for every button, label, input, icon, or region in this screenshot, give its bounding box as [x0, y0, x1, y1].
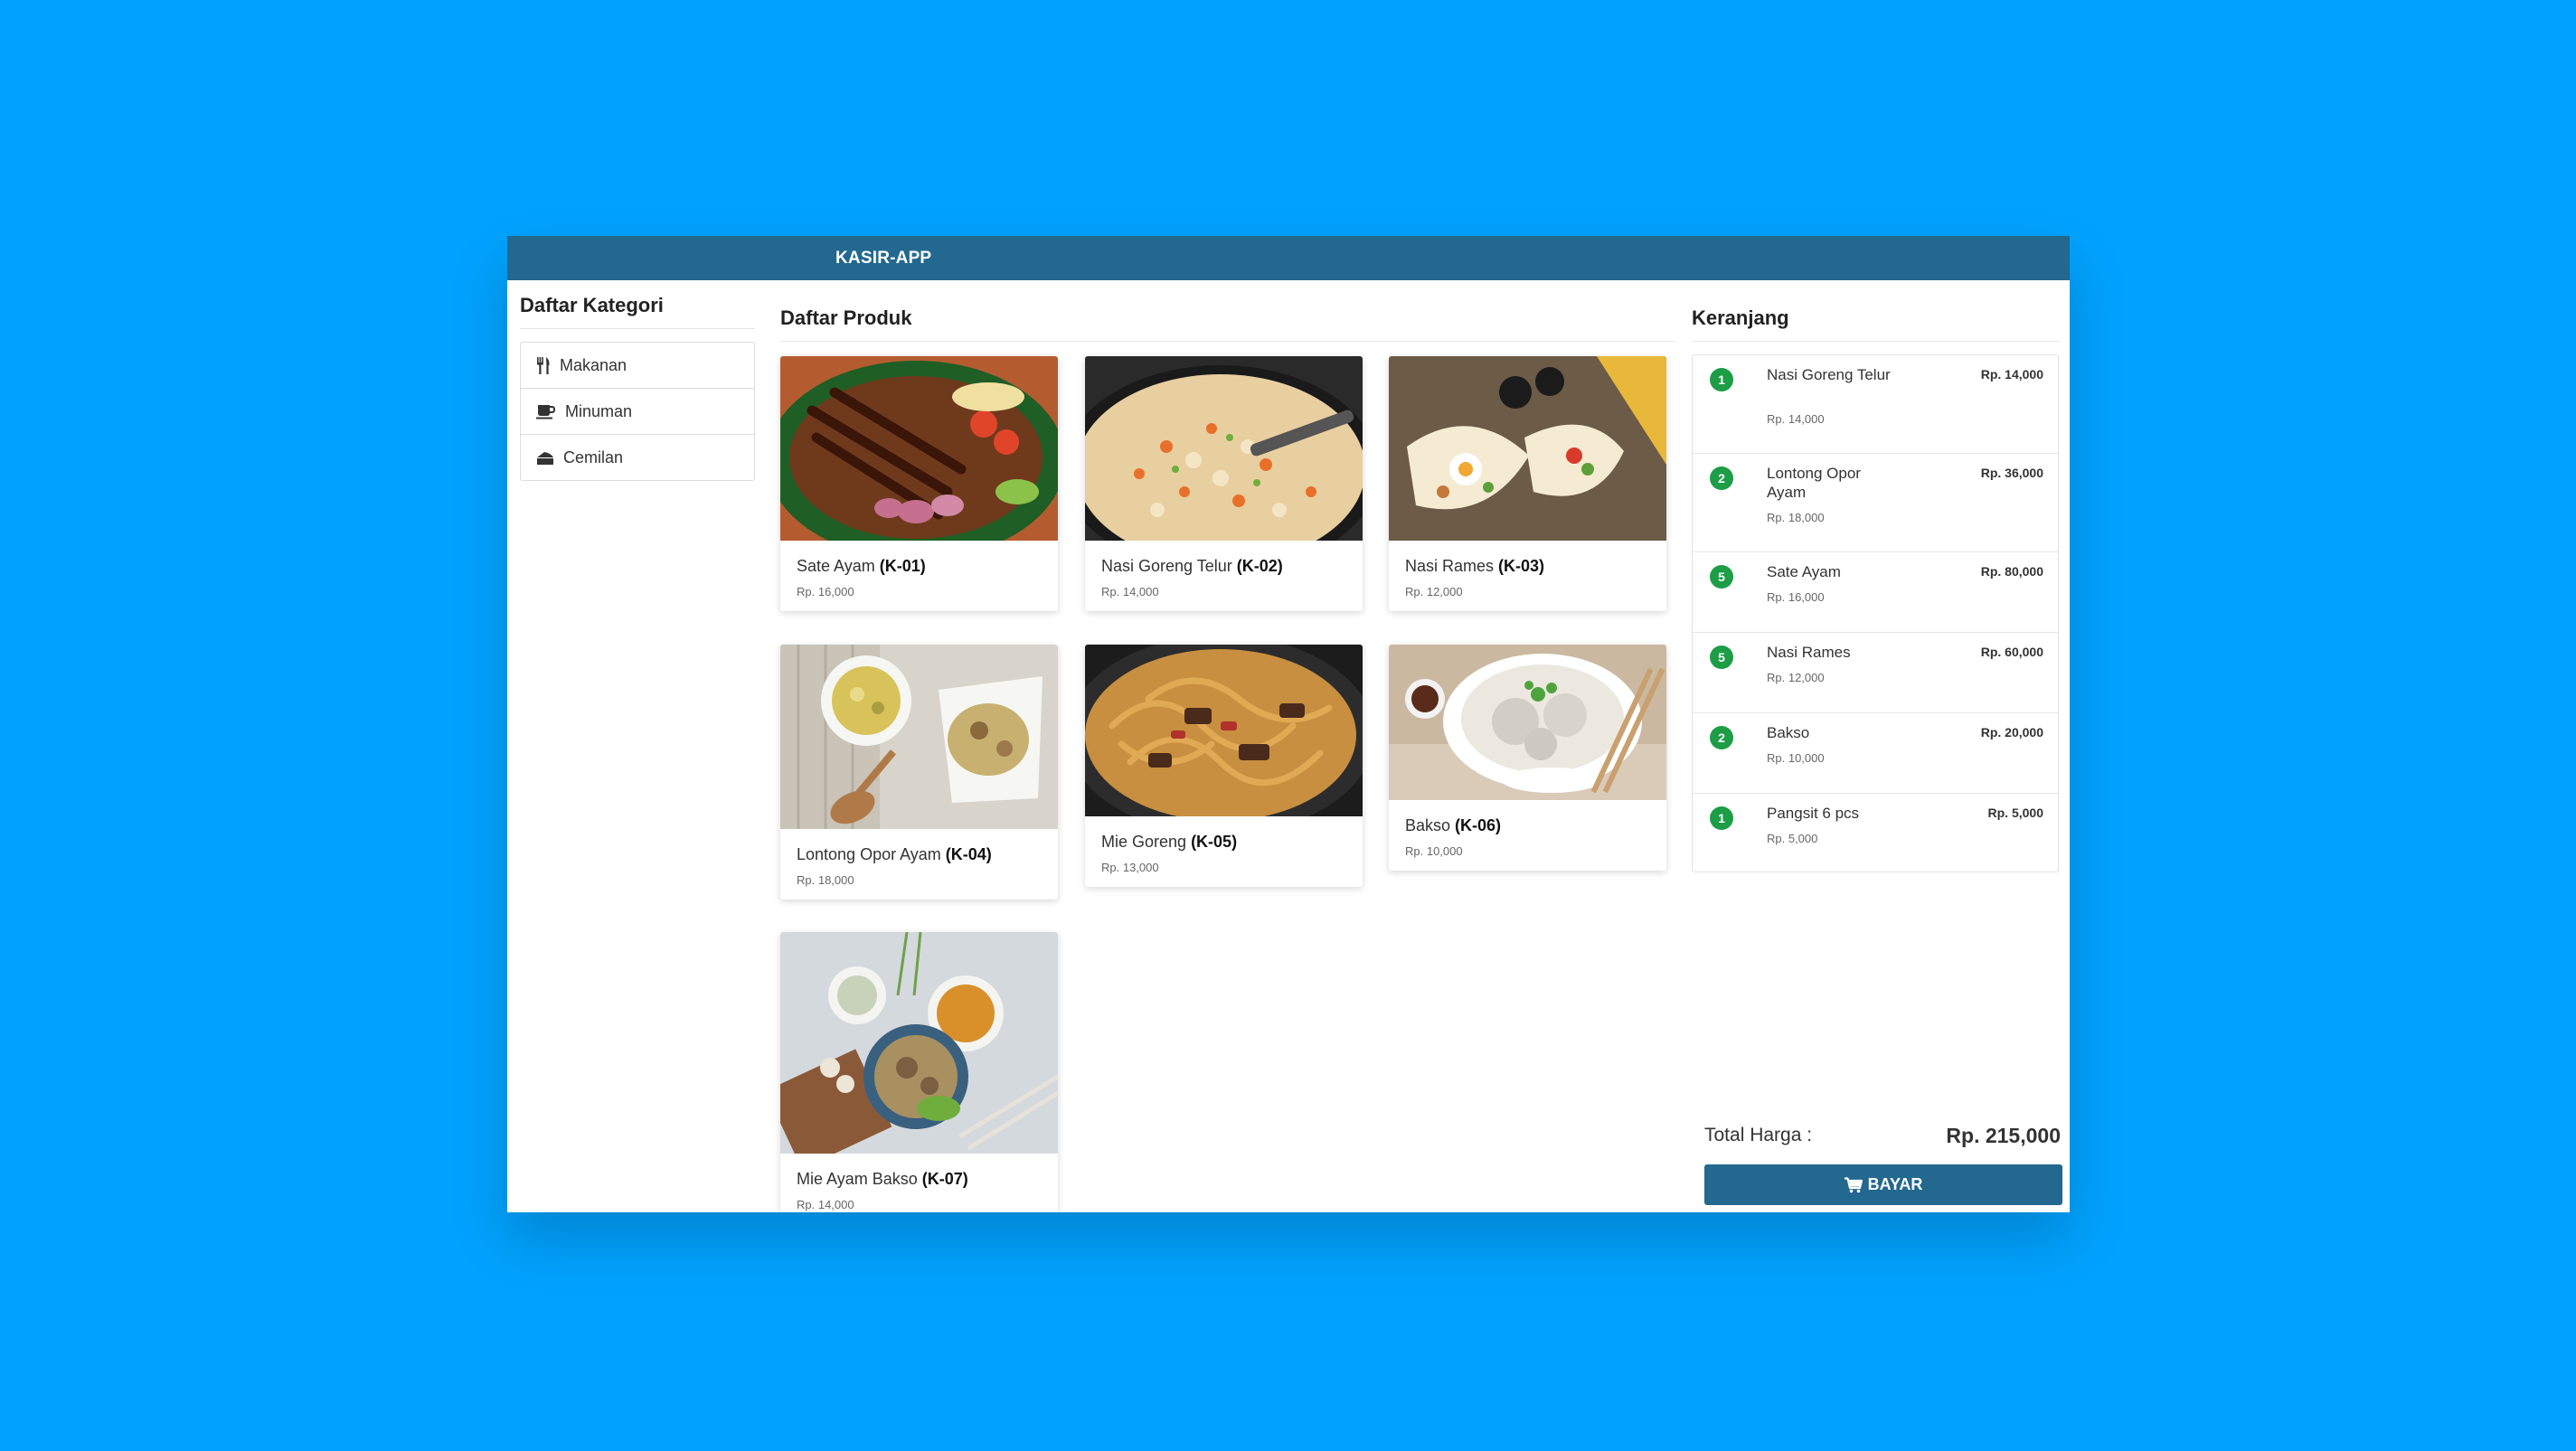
cart-icon [1844, 1176, 1863, 1192]
cart-item-unit-price: Rp. 10,000 [1767, 751, 1825, 765]
product-section: Daftar Produk Sate Ayam (K-01) Rp. 16,00… [780, 280, 1684, 1212]
product-card[interactable]: Mie Ayam Bakso (K-07) Rp. 14,000 [780, 932, 1058, 1212]
cart-item[interactable]: 5 Sate Ayam Rp. 16,000 Rp. 80,000 [1693, 552, 2058, 633]
product-name: Lontong Opor Ayam (K-04) [797, 845, 992, 863]
category-list: Makanan Minuman Cemilan [520, 342, 755, 481]
cart-title: Keranjang [1692, 306, 1789, 329]
cheese-icon [537, 451, 553, 465]
product-price: Rp. 18,000 [797, 873, 854, 887]
cart-item-total: Rp. 14,000 [1980, 367, 2043, 382]
pay-button-label: BAYAR [1867, 1175, 1923, 1193]
product-price: Rp. 12,000 [1405, 585, 1463, 598]
total-label: Total Harga : [1704, 1125, 1813, 1145]
product-image [1389, 356, 1666, 541]
product-price: Rp. 10,000 [1405, 844, 1463, 858]
product-card[interactable]: Nasi Goreng Telur (K-02) Rp. 14,000 [1085, 356, 1363, 611]
cart-item-name: Lontong Opor Ayam [1767, 465, 1861, 501]
product-image [780, 645, 1058, 829]
cart-item-total: Rp. 60,000 [1980, 645, 2043, 659]
product-image [780, 356, 1058, 541]
qty-badge: 5 [1710, 645, 1733, 669]
coffee-icon [536, 404, 556, 419]
cart-section: Keranjang 1 Nasi Goreng Telur Rp. 14,000… [1692, 280, 2062, 1212]
qty-badge: 2 [1710, 466, 1733, 490]
category-item-minuman[interactable]: Minuman [521, 389, 754, 435]
divider [780, 341, 1675, 342]
product-price: Rp. 13,000 [1101, 861, 1159, 874]
cart-item-name: Nasi Rames [1767, 644, 1851, 661]
product-card[interactable]: Mie Goreng (K-05) Rp. 13,000 [1085, 645, 1363, 887]
product-card[interactable]: Bakso (K-06) Rp. 10,000 [1389, 645, 1666, 871]
product-card[interactable]: Lontong Opor Ayam (K-04) Rp. 18,000 [780, 645, 1058, 900]
category-item-makanan[interactable]: Makanan [521, 343, 754, 389]
category-item-cemilan[interactable]: Cemilan [521, 435, 754, 480]
product-image [1085, 645, 1363, 816]
product-image [1389, 645, 1666, 800]
app-window: KASIR-APP Daftar Kategori Makanan Minuma… [507, 236, 2070, 1212]
product-title: Daftar Produk [780, 306, 912, 329]
cart-item-total: Rp. 80,000 [1980, 564, 2043, 579]
product-name: Nasi Goreng Telur (K-02) [1101, 557, 1283, 575]
divider [1692, 341, 2061, 342]
cart-item[interactable]: 2 Lontong Opor Ayam Rp. 18,000 Rp. 36,00… [1693, 454, 2058, 552]
qty-badge: 1 [1710, 368, 1733, 391]
product-price: Rp. 14,000 [797, 1198, 854, 1211]
category-label: Cemilan [563, 448, 624, 466]
qty-badge: 1 [1710, 806, 1733, 830]
qty-badge: 2 [1710, 726, 1733, 749]
cart-item-unit-price: Rp. 14,000 [1767, 412, 1825, 426]
category-label: Minuman [565, 401, 633, 420]
divider [520, 328, 755, 329]
cart-list: 1 Nasi Goreng Telur Rp. 14,000 Rp. 14,00… [1692, 354, 2059, 872]
cart-item-total: Rp. 20,000 [1980, 725, 2043, 740]
product-name: Mie Goreng (K-05) [1101, 833, 1238, 851]
cart-item-unit-price: Rp. 12,000 [1767, 671, 1825, 684]
cart-item-unit-price: Rp. 18,000 [1767, 511, 1825, 524]
cart-item[interactable]: 2 Bakso Rp. 10,000 Rp. 20,000 [1693, 713, 2058, 794]
cart-item-unit-price: Rp. 5,000 [1767, 832, 1818, 845]
product-image [780, 932, 1058, 1154]
product-name: Mie Ayam Bakso (K-07) [797, 1170, 968, 1188]
product-name: Nasi Rames (K-03) [1405, 557, 1545, 575]
qty-badge: 5 [1710, 565, 1733, 589]
total-value: Rp. 215,000 [1946, 1124, 2061, 1147]
product-price: Rp. 14,000 [1101, 585, 1159, 598]
utensils-icon [537, 356, 550, 374]
cart-item-name: Nasi Goreng Telur [1767, 366, 1891, 383]
cart-item-name: Bakso [1767, 724, 1810, 741]
product-name: Bakso (K-06) [1405, 816, 1502, 834]
category-title: Daftar Kategori [520, 294, 664, 316]
cart-item-name: Sate Ayam [1767, 563, 1841, 580]
product-price: Rp. 16,000 [797, 585, 854, 598]
cart-item[interactable]: 1 Pangsit 6 pcs Rp. 5,000 Rp. 5,000 [1693, 794, 2058, 872]
cart-item[interactable]: 5 Nasi Rames Rp. 12,000 Rp. 60,000 [1693, 633, 2058, 713]
sidebar: Daftar Kategori Makanan Minuman Cemilan [520, 280, 755, 481]
total-row: Total Harga : Rp. 215,000 [1704, 1122, 2061, 1147]
product-name: Sate Ayam (K-01) [797, 557, 926, 575]
product-image [1085, 356, 1363, 541]
product-card[interactable]: Nasi Rames (K-03) Rp. 12,000 [1389, 356, 1666, 611]
pay-button[interactable]: BAYAR [1704, 1164, 2062, 1205]
cart-item-total: Rp. 36,000 [1980, 466, 2043, 480]
cart-item-name: Pangsit 6 pcs [1767, 805, 1860, 822]
cart-item-total: Rp. 5,000 [1987, 806, 2043, 820]
cart-item[interactable]: 1 Nasi Goreng Telur Rp. 14,000 Rp. 14,00… [1693, 355, 2058, 454]
app-brand[interactable]: KASIR-APP [835, 249, 931, 269]
cart-item-unit-price: Rp. 16,000 [1767, 590, 1825, 604]
category-label: Makanan [560, 355, 627, 374]
product-card[interactable]: Sate Ayam (K-01) Rp. 16,000 [780, 356, 1058, 611]
navbar: KASIR-APP [507, 236, 2070, 280]
